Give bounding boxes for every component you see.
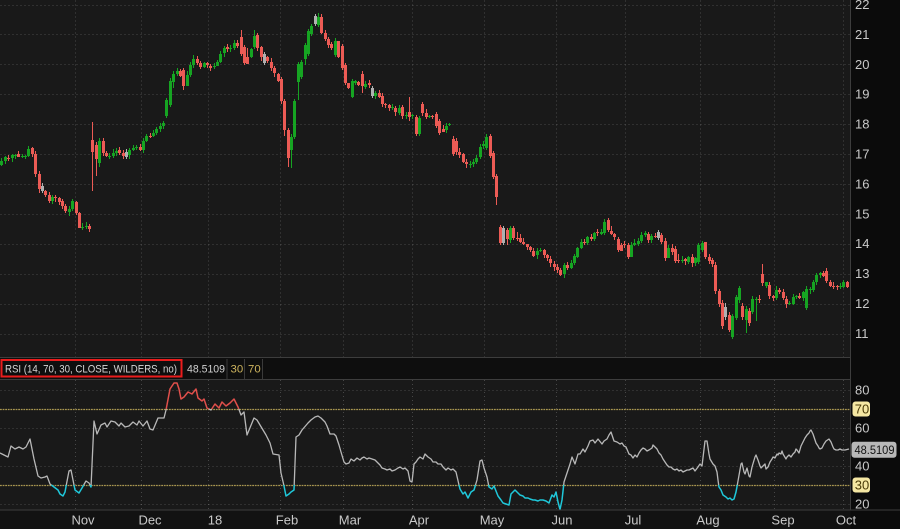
- svg-text:80: 80: [855, 382, 869, 397]
- svg-text:70: 70: [248, 364, 261, 376]
- svg-text:48.5109: 48.5109: [855, 443, 895, 457]
- svg-text:13: 13: [855, 266, 869, 281]
- svg-text:Nov: Nov: [71, 513, 95, 528]
- svg-text:20: 20: [855, 496, 869, 511]
- svg-text:Aug: Aug: [696, 513, 719, 528]
- svg-text:19: 19: [855, 87, 869, 102]
- svg-text:11: 11: [855, 326, 869, 341]
- svg-text:Dec: Dec: [138, 513, 162, 528]
- svg-text:22: 22: [855, 0, 869, 12]
- svg-text:Sep: Sep: [771, 513, 794, 528]
- svg-text:18: 18: [855, 117, 869, 132]
- svg-text:Mar: Mar: [339, 513, 362, 528]
- svg-text:48.5109: 48.5109: [187, 364, 225, 376]
- svg-text:Apr: Apr: [409, 513, 430, 528]
- svg-text:Feb: Feb: [276, 513, 298, 528]
- svg-text:20: 20: [855, 57, 869, 72]
- svg-text:May: May: [480, 513, 505, 528]
- svg-text:Jul: Jul: [625, 513, 642, 528]
- svg-text:12: 12: [855, 296, 869, 311]
- svg-text:70: 70: [855, 402, 869, 417]
- svg-text:15: 15: [855, 206, 869, 221]
- svg-text:16: 16: [855, 176, 869, 191]
- svg-text:14: 14: [855, 236, 869, 251]
- svg-text:18: 18: [208, 513, 222, 528]
- svg-text:30: 30: [855, 478, 869, 493]
- svg-text:RSI (14, 70, 30, CLOSE, WILDER: RSI (14, 70, 30, CLOSE, WILDERS, no): [5, 364, 177, 376]
- svg-text:30: 30: [231, 364, 244, 376]
- svg-text:21: 21: [855, 27, 869, 42]
- svg-text:Oct: Oct: [836, 513, 857, 528]
- svg-text:60: 60: [855, 420, 869, 435]
- svg-text:40: 40: [855, 458, 869, 473]
- svg-text:Jun: Jun: [552, 513, 573, 528]
- svg-text:17: 17: [855, 147, 869, 162]
